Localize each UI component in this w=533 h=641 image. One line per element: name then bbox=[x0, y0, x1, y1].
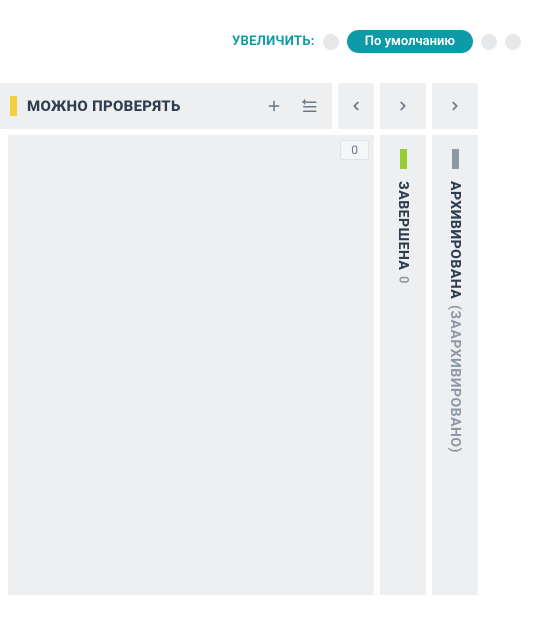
collapsed-title-text: ЗАВЕРШЕНА bbox=[395, 181, 411, 270]
kanban-board: МОЖНО ПРОВЕРЯТЬ bbox=[0, 61, 533, 595]
column-color-chip bbox=[452, 149, 459, 169]
plus-icon[interactable] bbox=[262, 94, 286, 118]
column-color-chip bbox=[400, 149, 407, 169]
collapsed-count: 0 bbox=[396, 276, 411, 284]
chevron-left-icon bbox=[349, 99, 363, 113]
zoom-bar: УВЕЛИЧИТЬ: По умолчанию bbox=[0, 0, 533, 61]
column-collapsed-1: АРХИВИРОВАНА (ЗААРХИВИРОВАНО) bbox=[432, 83, 478, 595]
add-subtask-icon[interactable] bbox=[296, 93, 322, 119]
column-collapsed-0: ЗАВЕРШЕНА 0 bbox=[380, 83, 426, 595]
collapsed-title: АРХИВИРОВАНА (ЗААРХИВИРОВАНО) bbox=[447, 181, 463, 453]
column-header[interactable]: МОЖНО ПРОВЕРЯТЬ bbox=[0, 83, 332, 129]
collapsed-subtitle: (ЗААРХИВИРОВАНО) bbox=[447, 305, 463, 453]
column-header-row: МОЖНО ПРОВЕРЯТЬ bbox=[0, 83, 374, 129]
collapsed-body[interactable]: ЗАВЕРШЕНА 0 bbox=[380, 135, 426, 595]
column-color-chip bbox=[10, 96, 17, 116]
zoom-default-pill[interactable]: По умолчанию bbox=[347, 30, 473, 53]
zoom-label: УВЕЛИЧИТЬ: bbox=[232, 34, 315, 49]
expand-button[interactable] bbox=[432, 83, 478, 129]
column-content[interactable]: 0 bbox=[8, 135, 374, 595]
collapsed-title: ЗАВЕРШЕНА 0 bbox=[395, 181, 411, 284]
column-title: МОЖНО ПРОВЕРЯТЬ bbox=[27, 97, 252, 115]
zoom-out-dot[interactable] bbox=[323, 34, 339, 50]
zoom-extra-dot[interactable] bbox=[505, 34, 521, 50]
chevron-right-icon bbox=[396, 99, 410, 113]
card-count-badge: 0 bbox=[340, 140, 369, 160]
zoom-in-dot[interactable] bbox=[481, 34, 497, 50]
collapsed-body[interactable]: АРХИВИРОВАНА (ЗААРХИВИРОВАНО) bbox=[432, 135, 478, 595]
collapse-button[interactable] bbox=[338, 83, 374, 129]
chevron-right-icon bbox=[448, 99, 462, 113]
collapsed-title-text: АРХИВИРОВАНА bbox=[447, 181, 463, 299]
expand-button[interactable] bbox=[380, 83, 426, 129]
column-expanded: МОЖНО ПРОВЕРЯТЬ bbox=[0, 83, 374, 595]
